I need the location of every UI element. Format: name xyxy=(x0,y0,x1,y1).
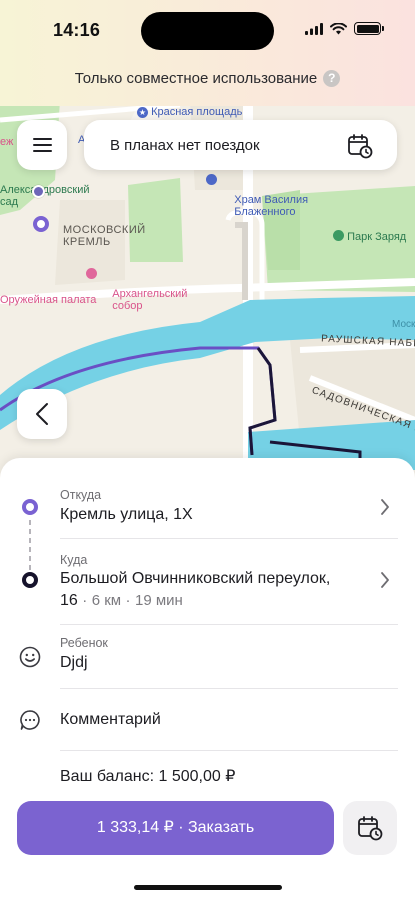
chevron-right-icon xyxy=(381,499,389,515)
map-label-cut-e: еж xyxy=(0,136,14,148)
map-label-red-square[interactable]: ★ Красная площадь xyxy=(137,106,242,118)
child-row[interactable]: Ребенок Djdj xyxy=(0,624,415,688)
from-label: Откуда xyxy=(60,488,102,502)
back-button[interactable] xyxy=(17,389,67,439)
from-row[interactable]: Откуда Кремль улица, 1Х xyxy=(0,458,415,538)
calendar-clock-icon xyxy=(348,134,373,159)
map-label-armoury: Оружейная палата xyxy=(0,294,97,306)
child-value: Djdj xyxy=(60,654,88,671)
child-label: Ребенок xyxy=(60,636,108,650)
start-marker[interactable] xyxy=(33,216,49,232)
church-icon xyxy=(86,268,97,279)
map-label-archangel[interactable]: Архангельский собор xyxy=(86,264,187,324)
divider xyxy=(60,750,398,751)
calendar-clock-icon xyxy=(358,816,383,841)
map-label-kremlin: МОСКОВСКИЙ КРЕМЛЬ xyxy=(63,224,146,248)
park-icon xyxy=(333,230,344,241)
planned-trips-label: В планах нет поездок xyxy=(110,137,260,154)
chevron-left-icon xyxy=(36,403,48,425)
comment-row[interactable]: Комментарий xyxy=(0,688,415,750)
trip-duration: 19 мин xyxy=(135,592,183,609)
map-label-mosk: Моск xyxy=(392,319,415,330)
help-icon[interactable]: ? xyxy=(323,70,341,87)
map-label-basil[interactable]: Храм Василия Блаженного xyxy=(206,170,308,230)
signal-icon xyxy=(305,22,323,35)
comment-label: Комментарий xyxy=(60,711,161,728)
menu-button[interactable] xyxy=(17,120,67,170)
home-indicator xyxy=(134,885,282,890)
status-time: 14:16 xyxy=(53,20,101,40)
trip-distance: 6 км xyxy=(91,592,122,609)
map-label-park[interactable]: Парк Заряд xyxy=(333,230,406,243)
from-value: Кремль улица, 1Х xyxy=(60,506,193,523)
comment-icon xyxy=(20,710,40,730)
status-icons xyxy=(305,22,384,35)
sharing-mode-row: Только совместное использование? xyxy=(0,70,415,87)
schedule-button[interactable] xyxy=(343,801,397,855)
chevron-right-icon xyxy=(381,572,389,588)
order-button[interactable]: 1 333,14 ₽ · Заказать xyxy=(17,801,334,855)
top-header: 14:16 Только совместное использование? xyxy=(0,0,415,106)
battery-icon xyxy=(354,22,384,35)
landmark-icon xyxy=(206,174,217,185)
dynamic-island xyxy=(141,12,274,50)
wifi-icon xyxy=(330,22,347,34)
star-icon: ★ xyxy=(137,107,148,118)
to-marker-icon xyxy=(22,572,38,588)
to-label: Куда xyxy=(60,553,88,567)
map-label-alexander-garden: Александровский сад xyxy=(0,184,89,208)
from-marker-icon xyxy=(22,499,38,515)
sharing-mode-label: Только совместное использование xyxy=(74,70,318,87)
to-value: Большой Овчинниковский переулок, 16 · 6 … xyxy=(60,570,331,609)
to-row[interactable]: Куда Большой Овчинниковский переулок, 16… xyxy=(0,538,415,620)
origin-pin[interactable] xyxy=(32,185,45,198)
smile-icon xyxy=(19,646,41,668)
balance-text: Ваш баланс: 1 500,00 ₽ xyxy=(60,768,236,785)
order-sheet: Откуда Кремль улица, 1Х Куда Большой Овч… xyxy=(0,458,415,900)
hamburger-icon xyxy=(32,138,52,140)
planned-trips-pill[interactable]: В планах нет поездок xyxy=(84,120,397,170)
